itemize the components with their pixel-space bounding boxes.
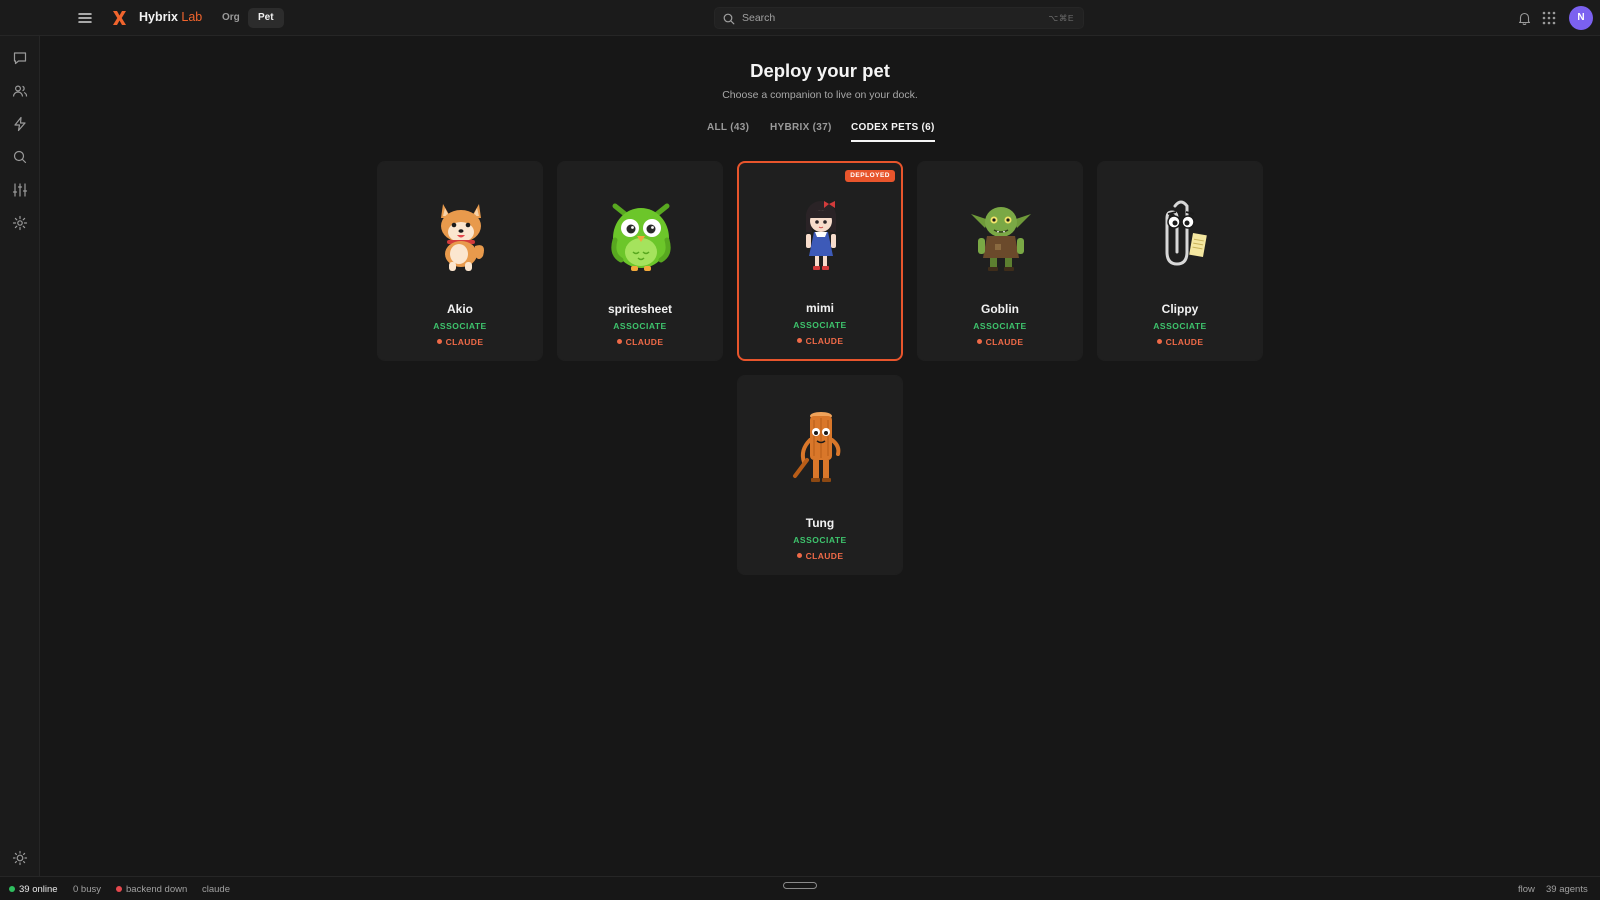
- apps-grid-icon[interactable]: [1542, 11, 1556, 30]
- resize-handle[interactable]: [783, 882, 817, 889]
- search-icon: [723, 12, 735, 30]
- page-title: Deploy your pet: [750, 60, 890, 81]
- status-dot: [436, 339, 442, 344]
- status-dot: [796, 338, 802, 343]
- pet-model: CLAUDE: [918, 337, 1082, 347]
- pet-model-label: CLAUDE: [805, 336, 844, 346]
- pet-model-label: CLAUDE: [1165, 337, 1204, 347]
- pet-model-label: CLAUDE: [805, 551, 844, 561]
- sliders-icon[interactable]: [12, 182, 28, 198]
- goblin-sprite: [961, 194, 1041, 274]
- pet-name: Tung: [805, 516, 835, 530]
- brand-name: Hybrix: [139, 10, 178, 24]
- pet-model-label: CLAUDE: [625, 337, 664, 347]
- search-bar[interactable]: Search ⌥⌘E: [714, 7, 1084, 29]
- pet-model-label: CLAUDE: [985, 337, 1024, 347]
- deployed-badge: DEPLOYED: [845, 170, 895, 182]
- users-icon[interactable]: [12, 83, 28, 99]
- pet-role: ASSOCIATE: [973, 321, 1027, 331]
- search-placeholder: Search: [742, 12, 776, 24]
- pet-role: ASSOCIATE: [613, 321, 667, 331]
- online-dot: [9, 886, 15, 892]
- girl-sprite: [781, 194, 861, 274]
- pet-name: Clippy: [1161, 302, 1199, 316]
- tab-codex-pets[interactable]: CODEX PETS (6): [851, 122, 935, 142]
- status-online-label: 39 online: [19, 884, 58, 895]
- status-agents: 39 agents: [1546, 884, 1588, 895]
- status-busy: 0 busy: [73, 884, 101, 895]
- menu-icon[interactable]: [76, 9, 94, 27]
- app-brand[interactable]: Hybrix Lab: [139, 10, 202, 24]
- status-online: 39 online: [9, 884, 58, 895]
- logo-icon[interactable]: [112, 10, 127, 26]
- nav-pet[interactable]: Pet: [248, 8, 284, 28]
- status-dot: [976, 339, 982, 344]
- shiba-dog-sprite: [421, 194, 501, 274]
- pet-role: ASSOCIATE: [793, 535, 847, 545]
- pet-card-tung[interactable]: Tung ASSOCIATE CLAUDE: [737, 375, 903, 575]
- pet-card-clippy[interactable]: Clippy ASSOCIATE CLAUDE: [1097, 161, 1263, 361]
- gear-icon[interactable]: [12, 215, 28, 231]
- wooden-log-sprite: [781, 408, 861, 488]
- tab-all[interactable]: ALL (43): [707, 122, 749, 140]
- status-dot: [1156, 339, 1162, 344]
- pet-card-akio[interactable]: Akio ASSOCIATE CLAUDE: [377, 161, 543, 361]
- search-icon[interactable]: [12, 149, 28, 165]
- status-flow[interactable]: flow: [1518, 884, 1535, 895]
- pet-model: CLAUDE: [378, 337, 542, 347]
- pet-model: CLAUDE: [739, 336, 901, 346]
- pet-name: Goblin: [981, 302, 1019, 316]
- pet-role: ASSOCIATE: [1153, 321, 1207, 331]
- status-backend-label: backend down: [126, 884, 188, 895]
- status-dot: [796, 553, 802, 558]
- brand-suffix: Lab: [181, 10, 203, 24]
- sun-icon[interactable]: [12, 850, 28, 866]
- search-shortcut: ⌥⌘E: [1048, 13, 1074, 23]
- green-owl-sprite: [601, 194, 681, 274]
- lightning-icon[interactable]: [12, 116, 28, 132]
- page-subtitle: Choose a companion to live on your dock.: [722, 89, 918, 101]
- pet-model: CLAUDE: [558, 337, 722, 347]
- bell-icon[interactable]: [1518, 11, 1531, 30]
- pet-role: ASSOCIATE: [433, 321, 487, 331]
- pet-name: spritesheet: [607, 302, 673, 316]
- pet-model: CLAUDE: [1098, 337, 1262, 347]
- pet-card-goblin[interactable]: Goblin ASSOCIATE CLAUDE: [917, 161, 1083, 361]
- status-dot: [616, 339, 622, 344]
- pet-name: mimi: [805, 301, 834, 315]
- sidebar: [0, 36, 40, 876]
- nav-org[interactable]: Org: [212, 8, 250, 28]
- status-bar: 39 online 0 busy backend down claude flo…: [0, 876, 1600, 900]
- avatar[interactable]: N: [1569, 6, 1593, 30]
- pet-role: ASSOCIATE: [793, 320, 847, 330]
- pet-model: CLAUDE: [738, 551, 902, 561]
- paperclip-sprite: [1141, 194, 1221, 274]
- pet-card-mimi[interactable]: DEPLOYED mimi ASSOCIATE CLAUDE: [737, 161, 903, 361]
- chat-icon[interactable]: [12, 50, 28, 66]
- status-backend: backend down: [116, 884, 187, 895]
- pet-model-label: CLAUDE: [445, 337, 484, 347]
- backend-dot: [116, 886, 122, 892]
- tab-hybrix[interactable]: HYBRIX (37): [770, 122, 832, 140]
- top-bar: Hybrix Lab Org Pet Search ⌥⌘E N: [0, 0, 1600, 36]
- pet-name: Akio: [446, 302, 473, 316]
- status-model: claude: [202, 884, 230, 895]
- pet-card-spritesheet[interactable]: spritesheet ASSOCIATE CLAUDE: [557, 161, 723, 361]
